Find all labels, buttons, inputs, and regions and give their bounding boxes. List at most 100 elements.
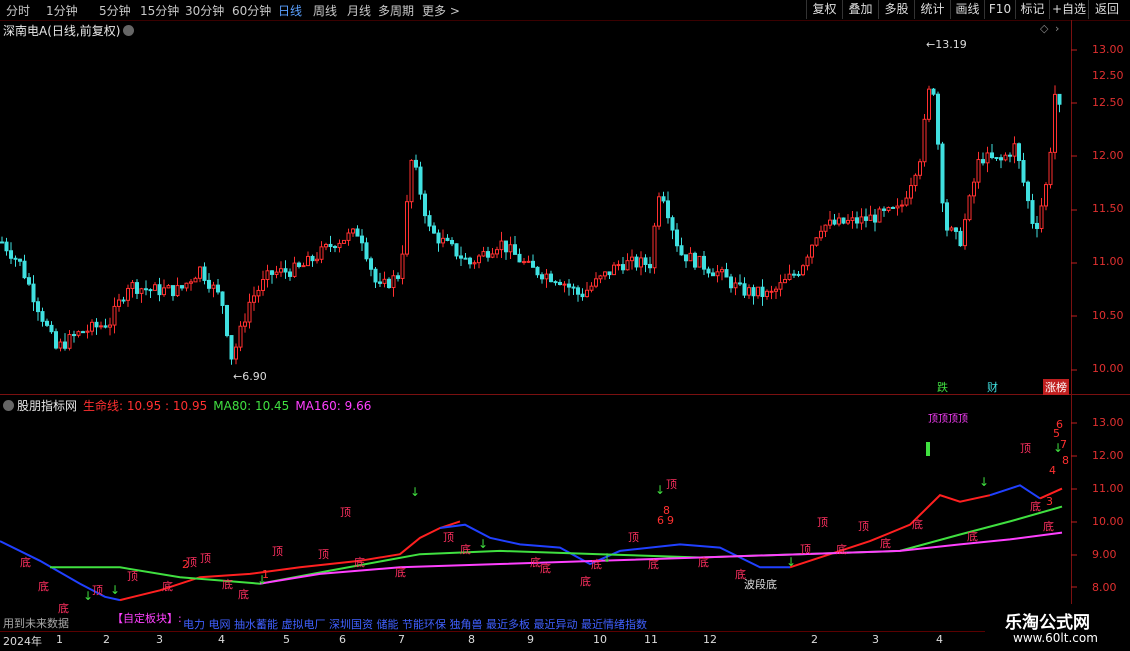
- y-tick-label: 13.00: [1092, 416, 1124, 429]
- candle-body: [832, 219, 837, 225]
- candle-body: [63, 341, 67, 349]
- candle-body: [963, 219, 967, 247]
- candle-body: [274, 271, 279, 275]
- indicator-title: 股朋指标网 生命线: 10.95 : 10.95 MA80: 10.45 MA160:…: [3, 397, 371, 414]
- candle-body: [468, 257, 472, 265]
- candle-body: [936, 93, 940, 145]
- candle-body: [85, 330, 90, 333]
- candle-body: [769, 290, 774, 293]
- future-data-note: 用到未来数据: [3, 617, 69, 630]
- candle-body: [342, 239, 346, 244]
- candle-body: [697, 255, 702, 268]
- candle-body: [567, 283, 571, 288]
- candle-body: [909, 185, 913, 199]
- candle-body: [828, 219, 832, 226]
- arrow-down-icon: ↓: [110, 583, 120, 597]
- ma160-value: MA160: 9.66: [295, 399, 372, 413]
- candle-body: [180, 285, 184, 289]
- date-label: 1: [56, 633, 63, 646]
- candle-body: [891, 206, 895, 209]
- tag-rise-list[interactable]: 涨榜: [1043, 379, 1069, 395]
- signal-bar: [926, 442, 930, 456]
- candle-body: [517, 253, 522, 263]
- date-label: 3: [156, 633, 163, 646]
- candle-body: [850, 217, 855, 221]
- candle-body: [499, 240, 504, 251]
- arrow-down-icon: ↓: [602, 551, 612, 565]
- candle-body: [409, 159, 414, 203]
- date-label: 11: [644, 633, 658, 646]
- candle-body: [94, 321, 99, 328]
- candle-body: [405, 201, 409, 255]
- candle-body: [148, 289, 153, 292]
- candle-body: [819, 230, 823, 239]
- candle-body: [292, 262, 297, 277]
- chevron-down-icon[interactable]: [3, 400, 14, 411]
- candle-body: [121, 299, 126, 302]
- candle-body: [904, 197, 909, 206]
- custom-block-list: 电力 电网 抽水蓄能 虚拟电厂 深圳国资 储能 节能环保 独角兽 最近多板 最近…: [183, 618, 647, 631]
- candle-body: [400, 253, 405, 279]
- bottom-signal: 底: [162, 579, 173, 593]
- candle-body: [490, 253, 495, 258]
- candle-body: [337, 242, 342, 249]
- top-signal: 顶: [200, 552, 211, 565]
- watermark-title: 乐淘公式网: [1005, 613, 1090, 633]
- bottom-signal: 底: [540, 561, 551, 575]
- candle-body: [999, 157, 1003, 161]
- candle-body: [841, 217, 846, 224]
- candle-body: [153, 284, 157, 291]
- candle-body: [13, 257, 18, 260]
- candle-body: [459, 255, 463, 259]
- signal-digit: 3: [1046, 495, 1053, 508]
- candle-body: [27, 277, 31, 285]
- candle-body: [99, 325, 103, 328]
- top-signal: 顶: [340, 506, 351, 519]
- tag-finance[interactable]: 财: [985, 379, 1000, 395]
- bottom-signal: 底: [912, 517, 923, 531]
- candle-body: [576, 287, 580, 295]
- indicator-name: 股朋指标网: [17, 399, 78, 413]
- candle-body: [301, 265, 306, 268]
- bottom-signal: 底: [580, 574, 591, 588]
- candle-body: [76, 331, 81, 336]
- candle-body: [40, 311, 45, 322]
- candle-body: [495, 249, 499, 255]
- candle-body: [814, 237, 819, 246]
- candle-body: [580, 293, 585, 298]
- bottom-signal: 底: [836, 542, 847, 556]
- candle-body: [846, 219, 850, 224]
- candle-body: [675, 229, 679, 247]
- candle-body: [886, 206, 891, 211]
- candle-body: [702, 255, 706, 270]
- top-signal: 顶: [666, 478, 677, 491]
- top-signal: 顶: [800, 543, 811, 556]
- candle-body: [18, 258, 22, 262]
- candle-body: [207, 279, 211, 289]
- top-signal: 顶: [628, 531, 639, 544]
- candle-body: [778, 282, 783, 290]
- candle-body: [463, 257, 468, 260]
- candle-body: [810, 244, 814, 258]
- candle-body: [436, 232, 441, 244]
- candle-body: [522, 261, 526, 264]
- candle-body: [544, 273, 549, 280]
- candle-body: [751, 287, 756, 297]
- y-tick-label: 11.00: [1092, 482, 1124, 495]
- tag-fall[interactable]: 跌: [935, 379, 950, 395]
- candle-body: [220, 291, 225, 306]
- candle-body: [261, 279, 265, 291]
- candle-body: [373, 268, 378, 283]
- life-line-down: [989, 484, 1041, 500]
- candle-body: [256, 289, 261, 297]
- signal-digit: 7: [1060, 438, 1067, 451]
- bottom-signal: 底: [222, 577, 233, 591]
- candle-body: [481, 251, 486, 257]
- bottom-signal: 底: [880, 536, 891, 550]
- candle-body: [990, 152, 994, 159]
- date-label: 2: [811, 633, 818, 646]
- candle-body: [175, 285, 180, 297]
- candle-body: [1044, 184, 1048, 207]
- candle-body: [72, 334, 76, 337]
- candle-body: [774, 288, 778, 292]
